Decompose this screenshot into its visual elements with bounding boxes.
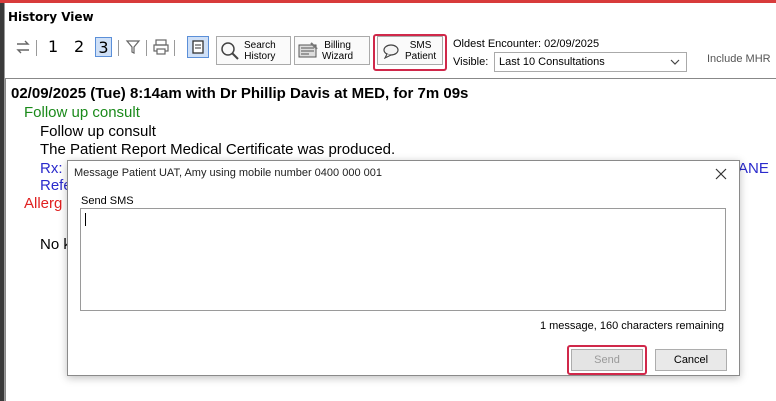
sms-patient-highlight [373, 34, 447, 71]
page-2-button[interactable]: 2 [74, 37, 84, 57]
encounter-header: 02/09/2025 (Tue) 8:14am with Dr Phillip … [11, 85, 469, 102]
billing-icon [297, 40, 319, 62]
billing-wizard-button[interactable]: Billing Wizard [294, 36, 370, 65]
print-icon[interactable] [152, 38, 170, 60]
sms-dialog: Message Patient UAT, Amy using mobile nu… [67, 160, 740, 376]
oldest-encounter-text: Oldest Encounter: 02/09/2025 [453, 38, 600, 50]
visible-label: Visible: [453, 56, 489, 68]
search-history-label-line1: Search [244, 39, 276, 51]
search-history-label: Search History [241, 40, 279, 62]
sms-message-input[interactable] [80, 208, 726, 311]
characters-remaining: 1 message, 160 characters remaining [539, 320, 724, 332]
toolbar-divider [146, 40, 147, 56]
rx-label: Rx: [40, 160, 63, 177]
magnifier-icon [219, 40, 241, 62]
text-caret [85, 213, 86, 226]
cancel-button[interactable]: Cancel [655, 349, 727, 371]
encounter-note-line: Follow up consult [40, 123, 156, 140]
page-3-button[interactable]: 3 [95, 37, 112, 57]
send-sms-label: Send SMS [81, 195, 134, 207]
billing-wizard-label: Billing Wizard [319, 40, 356, 62]
billing-wizard-label-line1: Billing [324, 39, 351, 51]
send-button-highlight [567, 345, 647, 375]
encounter-note-line: The Patient Report Medical Certificate w… [40, 141, 396, 158]
sync-icon[interactable] [14, 38, 32, 60]
search-history-label-line2: History [244, 50, 276, 62]
include-mhr-label[interactable]: Include MHR [707, 53, 771, 65]
billing-wizard-label-line2: Wizard [322, 50, 354, 62]
window-title: History View [8, 10, 94, 24]
history-view-window: History View 1 2 3 Search History Billin… [0, 0, 776, 401]
rx-tail-text: ANE [738, 160, 769, 177]
visible-dropdown[interactable]: Last 10 Consultations [494, 52, 687, 72]
page-1-button[interactable]: 1 [48, 37, 58, 57]
notes-icon[interactable] [187, 36, 209, 58]
visible-dropdown-value: Last 10 Consultations [499, 56, 605, 68]
toolbar-divider [174, 40, 175, 56]
toolbar-divider [118, 40, 119, 56]
encounter-section-title: Follow up consult [24, 104, 140, 121]
dialog-title: Message Patient UAT, Amy using mobile nu… [74, 167, 382, 179]
allergy-label: Allerg [24, 195, 63, 212]
filter-icon[interactable] [125, 38, 141, 60]
search-history-button[interactable]: Search History [216, 36, 291, 65]
window-top-accent [0, 0, 776, 3]
close-icon[interactable] [715, 163, 727, 185]
toolbar-divider [36, 40, 37, 56]
chevron-down-icon [670, 53, 680, 78]
